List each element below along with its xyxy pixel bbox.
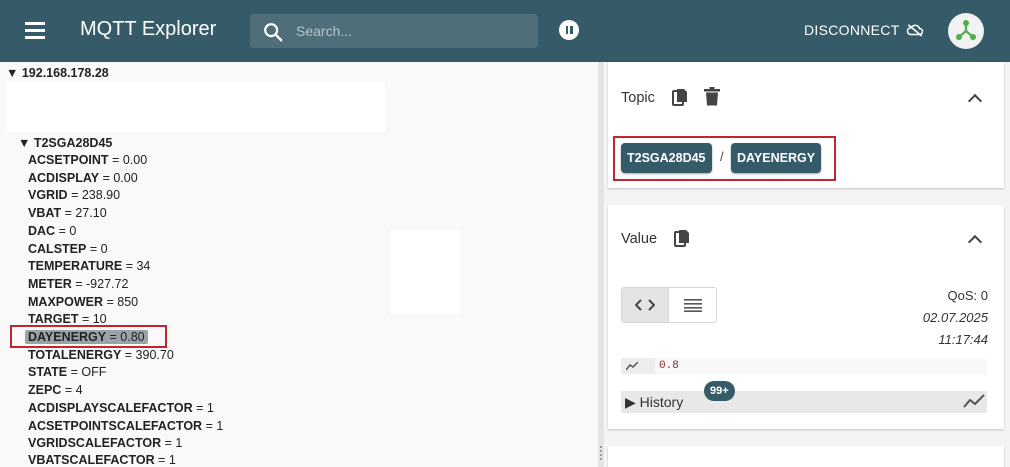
payload-row: 0.8 [621,358,987,374]
connection-icon [956,20,976,40]
app-bar: MQTT Explorer DISCONNECT [0,0,1010,62]
tree-item-state[interactable]: STATE = OFF [28,365,106,380]
redacted-area [390,230,460,314]
tree-item-vgrid[interactable]: VGRID = 238.90 [28,188,120,203]
tree-item-temperature[interactable]: TEMPERATURE = 34 [28,259,150,274]
history-toggle[interactable]: ▶ History 99+ [621,381,987,413]
tree-root-broker[interactable]: ▼ 192.168.178.28 [6,66,109,81]
qos-label: QoS: 0 [947,288,988,303]
chart-icon[interactable] [963,393,985,409]
search-input[interactable] [296,14,526,48]
tree-item-vbatscalefactor[interactable]: VBATSCALEFACTOR = 1 [28,453,176,467]
chevron-up-icon[interactable] [967,234,983,250]
tree-item-zepc[interactable]: ZEPC = 4 [28,383,83,398]
tree-item-vbat[interactable]: VBAT = 27.10 [28,206,107,221]
message-time: 11:17:44 [938,332,988,347]
highlight-box-topic [613,136,836,181]
view-mode-toggle [621,287,717,323]
value-card: Value QoS: 0 02.07.2025 11:17:44 0.8 ▶ H… [608,205,1004,429]
cloud-off-icon [906,24,923,37]
trend-icon [626,361,638,371]
topic-card: Topic T2SGA28D45 / DAYENERGY [608,62,1004,188]
topic-label: Topic [621,90,655,106]
tree-item-acdisplay[interactable]: ACDISPLAY = 0.00 [28,171,138,186]
avatar[interactable] [948,13,984,49]
history-count-badge: 99+ [704,381,735,401]
tree-item-acdisplayscalefactor[interactable]: ACDISPLAYSCALEFACTOR = 1 [28,401,214,416]
redacted-area [6,82,385,132]
highlight-box-tree-item [10,325,167,348]
search-icon [264,23,283,42]
details-panel: Topic T2SGA28D45 / DAYENERGY Value QoS: … [604,62,1010,467]
search-box[interactable] [250,14,538,48]
payload-value: 0.8 [659,360,679,372]
delete-icon[interactable] [704,87,720,106]
tree-item-totalenergy[interactable]: TOTALENERGY = 390.70 [28,348,174,363]
tree-item-acsetpointscalefactor[interactable]: ACSETPOINTSCALEFACTOR = 1 [28,419,223,434]
pause-icon[interactable] [559,20,579,40]
message-date: 02.07.2025 [922,310,988,325]
app-title: MQTT Explorer [80,18,217,40]
history-label: ▶ History [625,394,684,410]
text-lines-icon [683,299,702,312]
disconnect-button[interactable]: DISCONNECT [804,22,924,38]
tree-item-acsetpoint[interactable]: ACSETPOINT = 0.00 [28,153,147,168]
raw-view-button[interactable] [669,288,716,322]
copy-icon[interactable] [674,229,690,248]
value-label: Value [621,231,658,247]
code-icon [635,299,655,311]
disconnect-label: DISCONNECT [804,22,900,38]
next-card [608,446,1004,467]
tree-item-meter[interactable]: METER = -927.72 [28,277,128,292]
tree-item-dac[interactable]: DAC = 0 [28,224,76,239]
tree-item-vgridscalefactor[interactable]: VGRIDSCALEFACTOR = 1 [28,436,182,451]
copy-icon[interactable] [672,88,688,107]
menu-icon[interactable] [25,22,47,40]
resize-handle[interactable] [600,446,602,460]
chevron-up-icon[interactable] [967,93,983,109]
code-view-button[interactable] [622,288,670,322]
topic-tree: ▼ 192.168.178.28 ▼ T2SGA28D45 ACSETPOINT… [0,62,598,467]
tree-item-maxpower[interactable]: MAXPOWER = 850 [28,295,138,310]
payload-gutter [621,358,655,374]
tree-item-calstep[interactable]: CALSTEP = 0 [28,242,108,257]
tree-node-device[interactable]: ▼ T2SGA28D45 [18,136,112,151]
